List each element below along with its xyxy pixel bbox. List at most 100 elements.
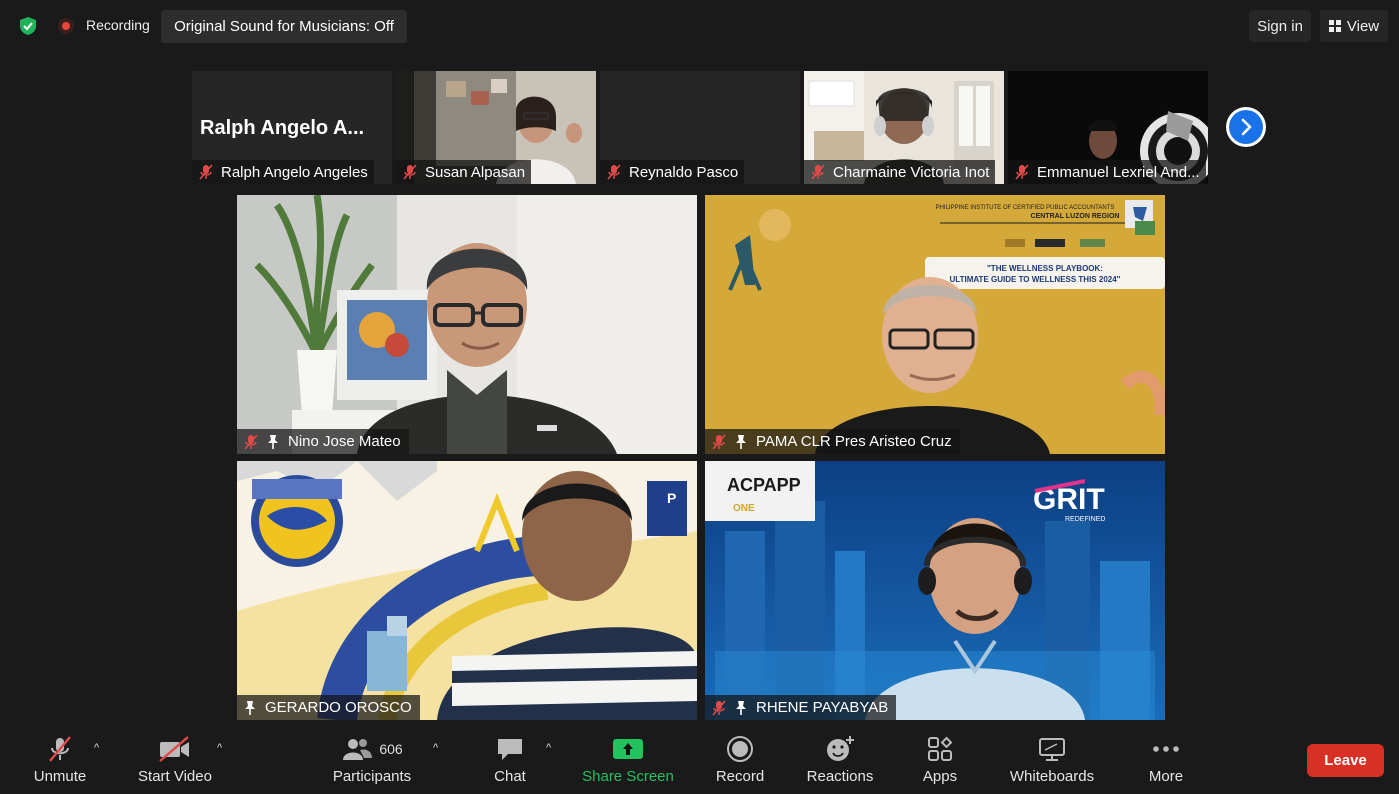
meeting-toolbar: Unmute ^ Start Video ^ 606 Participants …: [0, 730, 1399, 794]
whiteboards-button[interactable]: Whiteboards: [1003, 730, 1101, 794]
participant-name-bar: Susan Alpasan: [396, 160, 532, 184]
chevron-right-icon: [1241, 118, 1252, 136]
mic-muted-icon: [244, 433, 258, 450]
pin-icon: [736, 700, 746, 715]
mic-muted-icon: [811, 164, 825, 180]
participant-name-bar: Reynaldo Pasco: [600, 160, 745, 184]
participant-name-bar: Charmaine Victoria Inot: [804, 160, 996, 184]
leave-button[interactable]: Leave: [1307, 744, 1384, 777]
video-off-icon: [159, 736, 189, 762]
svg-text:P: P: [667, 490, 676, 506]
apps-label: Apps: [922, 768, 958, 785]
participant-name-bar: Nino Jose Mateo: [237, 429, 409, 454]
original-sound-button[interactable]: Original Sound for Musicians: Off: [161, 10, 407, 43]
unmute-label: Unmute: [33, 768, 87, 785]
participant-name: Emmanuel Lexriel And...: [1037, 163, 1200, 181]
participant-name-avatar: Ralph Angelo A...: [200, 117, 365, 139]
slide-header-1: PHILIPPINE INSTITUTE OF CERTIFIED PUBLIC…: [936, 205, 1115, 211]
participant-name: PAMA CLR Pres Aristeo Cruz: [756, 433, 952, 450]
participant-name: Reynaldo Pasco: [629, 163, 739, 181]
start-video-button[interactable]: Start Video: [132, 730, 218, 794]
record-label: Record: [715, 768, 765, 785]
participant-tile-charmaine[interactable]: Charmaine Victoria Inot: [804, 71, 1004, 184]
chat-options-caret-icon[interactable]: ^: [546, 742, 551, 754]
share-screen-button[interactable]: Share Screen: [580, 730, 676, 794]
more-icon: [1153, 746, 1179, 752]
mic-muted-icon: [712, 699, 726, 716]
participant-name: GERARDO OROSCO: [265, 699, 412, 716]
chat-icon: [498, 739, 522, 760]
whiteboard-icon: [1039, 738, 1065, 761]
participants-icon: [343, 739, 373, 760]
share-screen-icon: [613, 739, 643, 759]
participant-name: Susan Alpasan: [425, 163, 526, 181]
participant-tile-reynaldo[interactable]: Reynaldo Pasco: [600, 71, 800, 184]
chat-button[interactable]: Chat: [486, 730, 534, 794]
video-tile-aristeo[interactable]: PHILIPPINE INSTITUTE OF CERTIFIED PUBLIC…: [705, 195, 1165, 454]
participants-label: Participants: [332, 768, 412, 785]
mic-muted-icon: [49, 736, 71, 762]
participant-name-bar: RHENE PAYABYAB: [705, 695, 897, 720]
top-bar: Recording Original Sound for Musicians: …: [0, 0, 1399, 52]
mic-muted-icon: [712, 433, 726, 450]
participant-tile-ralph[interactable]: Ralph Angelo A... Ralph Angelo Angeles: [192, 71, 392, 184]
participant-tile-emmanuel[interactable]: Emmanuel Lexriel And...: [1008, 71, 1208, 184]
recording-label: Recording: [86, 17, 150, 33]
apps-icon: [928, 736, 953, 761]
view-button[interactable]: View: [1320, 10, 1388, 42]
record-icon: [727, 736, 753, 762]
participant-name: RHENE PAYABYAB: [756, 699, 889, 716]
video-feed-gerardo: P: [237, 461, 697, 720]
more-label: More: [1148, 768, 1184, 785]
video-tile-rhene[interactable]: ACPAPP ONE GRIT REDEFINED RHENE PAYABYAB: [705, 461, 1165, 720]
participants-button[interactable]: 606 Participants: [326, 730, 418, 794]
participant-name-bar: Emmanuel Lexriel And...: [1008, 160, 1206, 184]
security-shield-icon[interactable]: [18, 16, 38, 36]
video-tile-gerardo[interactable]: P GERARDO OROSCO: [237, 461, 697, 720]
share-screen-label: Share Screen: [582, 768, 674, 785]
participant-name-bar: PAMA CLR Pres Aristeo Cruz: [705, 429, 960, 454]
mic-muted-icon: [403, 164, 417, 180]
video-options-caret-icon[interactable]: ^: [217, 742, 222, 754]
audio-options-caret-icon[interactable]: ^: [94, 742, 99, 754]
participant-name: Charmaine Victoria Inot: [833, 163, 990, 181]
video-feed-rhene: ACPAPP ONE GRIT REDEFINED: [705, 461, 1165, 720]
mic-muted-icon: [199, 164, 213, 180]
start-video-label: Start Video: [138, 768, 212, 785]
pin-icon: [245, 700, 255, 715]
bg-brand-sub: REDEFINED: [1065, 516, 1105, 523]
participant-tile-susan[interactable]: Susan Alpasan: [396, 71, 596, 184]
participant-name-bar: Ralph Angelo Angeles: [192, 160, 374, 184]
video-tile-nino[interactable]: Nino Jose Mateo: [237, 195, 697, 454]
participants-options-caret-icon[interactable]: ^: [433, 742, 438, 754]
mic-muted-icon: [1015, 164, 1029, 180]
mic-muted-icon: [607, 164, 621, 180]
participant-name-bar: GERARDO OROSCO: [237, 695, 420, 720]
whiteboards-label: Whiteboards: [1009, 768, 1095, 785]
more-button[interactable]: More: [1140, 730, 1192, 794]
next-page-button[interactable]: [1226, 107, 1266, 147]
chat-label: Chat: [494, 768, 526, 785]
unmute-button[interactable]: Unmute: [24, 730, 96, 794]
video-feed-aristeo: PHILIPPINE INSTITUTE OF CERTIFIED PUBLIC…: [705, 195, 1165, 454]
view-label: View: [1346, 17, 1380, 35]
recording-indicator-icon: [58, 18, 74, 34]
slide-header-2: CENTRAL LUZON REGION: [1031, 213, 1120, 220]
reactions-icon: [827, 736, 854, 761]
participant-name: Nino Jose Mateo: [288, 433, 401, 450]
bg-logo-1: ACPAPP: [727, 475, 801, 495]
participants-count: 606: [379, 741, 403, 757]
video-feed-nino: [237, 195, 697, 454]
reactions-button[interactable]: Reactions: [800, 730, 880, 794]
apps-button[interactable]: Apps: [916, 730, 964, 794]
sign-in-button[interactable]: Sign in: [1249, 10, 1311, 42]
bg-logo-2: ONE: [733, 503, 755, 514]
participant-name: Ralph Angelo Angeles: [221, 163, 368, 181]
reactions-label: Reactions: [806, 768, 874, 785]
pin-icon: [736, 434, 746, 449]
pin-icon: [268, 434, 278, 449]
record-button[interactable]: Record: [710, 730, 770, 794]
slide-title-2: ULTIMATE GUIDE TO WELLNESS THIS 2024": [950, 275, 1121, 284]
slide-title-1: "THE WELLNESS PLAYBOOK:: [987, 264, 1103, 273]
grid-view-icon: [1328, 20, 1341, 32]
